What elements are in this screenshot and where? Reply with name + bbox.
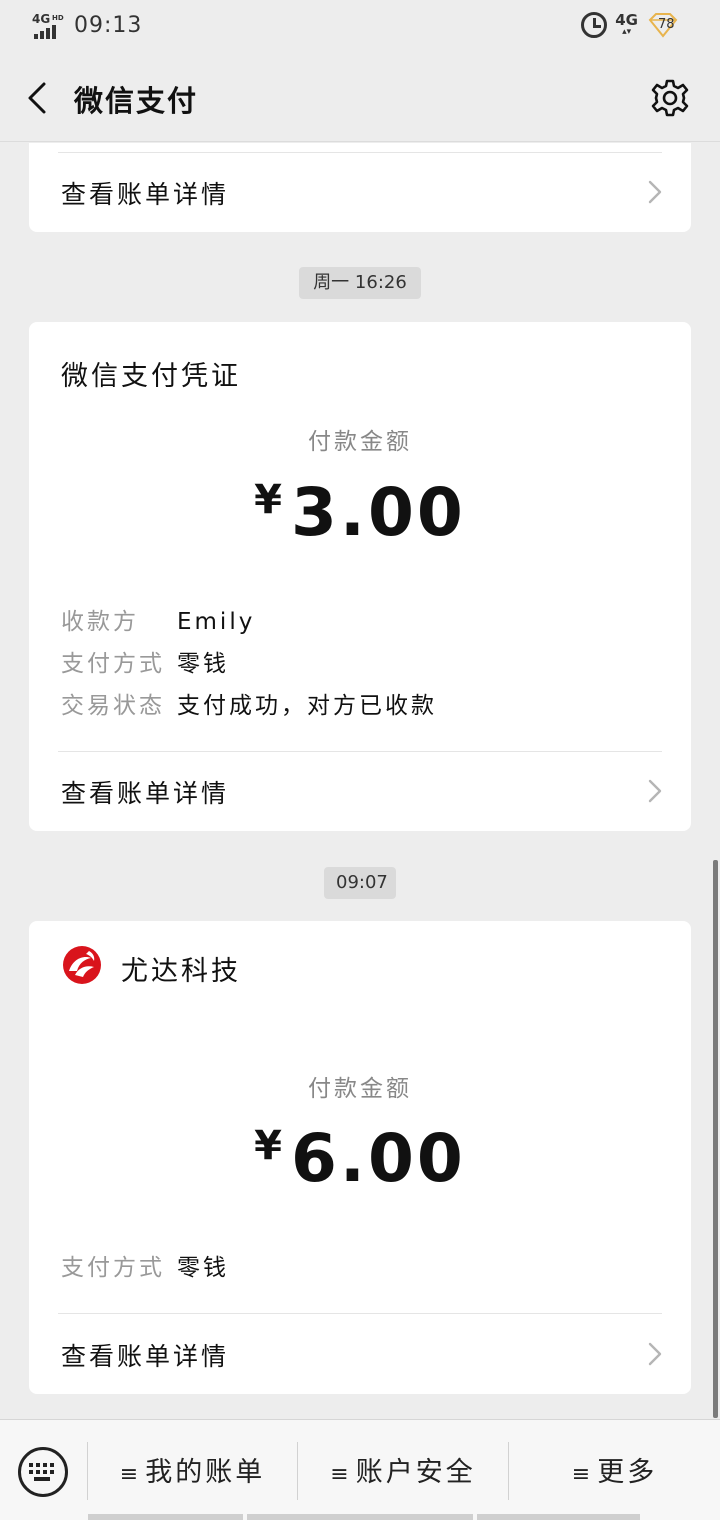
chevron-right-icon (648, 180, 662, 204)
merchant-name: 尤达科技 (121, 956, 241, 987)
nav-bar: 微信支付 (0, 54, 720, 142)
view-bill-details-label: 查看账单详情 (61, 180, 230, 209)
card-divider (58, 1313, 662, 1314)
payment-method-value: 零钱 (177, 651, 229, 677)
card-title: 微信支付凭证 (61, 361, 241, 392)
chevron-right-icon (648, 779, 662, 803)
view-bill-details-label: 查看账单详情 (61, 1342, 230, 1371)
payment-method-row: 支付方式 零钱 (61, 1248, 229, 1282)
menu-label: 账户安全 (355, 1457, 476, 1488)
bottom-menu-bar: ≡ 我的账单 ≡ 账户安全 ≡ 更多 (0, 1419, 720, 1520)
clock: 09:13 (74, 13, 143, 38)
back-arrow-icon[interactable] (20, 78, 56, 118)
payment-voucher-card[interactable]: 微信支付凭证 付款金额 ¥3.00 收款方 Emily 支付方式 零钱 交易状态 支付… (29, 322, 691, 831)
keyboard-icon (29, 1463, 54, 1481)
menu-account-security[interactable]: ≡ 账户安全 (298, 1450, 508, 1490)
view-bill-details-label: 查看账单详情 (61, 779, 230, 808)
signal-icon: 4G HD (32, 12, 64, 39)
mobile-data-icon: 4G ▴▾ (615, 11, 638, 38)
amount-label: 付款金额 (308, 1076, 412, 1102)
menu-icon: ≡ (119, 1462, 142, 1487)
menu-more[interactable]: ≡ 更多 (509, 1450, 720, 1490)
network-hd-label: HD (52, 14, 64, 22)
merchant-logo (63, 946, 101, 984)
merchant-payment-card[interactable]: 尤达科技 付款金额 ¥6.00 支付方式 零钱 查看账单详情 (29, 921, 691, 1394)
menu-underline (477, 1514, 640, 1520)
menu-label: 我的账单 (145, 1457, 266, 1488)
menu-icon: ≡ (330, 1462, 352, 1487)
message-timestamp: 09:07 (324, 867, 396, 899)
status-bar: 4G HD 09:13 4G ▴▾ 78 (0, 0, 720, 54)
page-title: 微信支付 (74, 84, 199, 118)
amount-value: 6.00 (291, 1120, 466, 1197)
keyboard-toggle-button[interactable] (18, 1447, 68, 1497)
battery-level: 78 (658, 17, 675, 32)
menu-icon: ≡ (571, 1462, 594, 1487)
network-label: 4G (32, 12, 50, 26)
menu-underline (88, 1514, 243, 1520)
payment-method-row: 支付方式 零钱 (61, 644, 229, 678)
payment-card-previous: 查看账单详情 (29, 143, 691, 232)
payee-label: 收款方 (61, 609, 139, 635)
message-list[interactable]: 查看账单详情 周一 16:26 微信支付凭证 付款金额 ¥3.00 收款方 Emi… (0, 143, 720, 1419)
chevron-right-icon (648, 1342, 662, 1366)
alarm-icon (581, 12, 608, 38)
transaction-status-label: 交易状态 (61, 693, 165, 719)
menu-my-bills[interactable]: ≡ 我的账单 (88, 1450, 297, 1490)
scrollbar[interactable] (713, 860, 718, 1418)
view-bill-details-button[interactable]: 查看账单详情 (29, 1315, 691, 1393)
amount-label: 付款金额 (308, 429, 412, 455)
transaction-status-row: 交易状态 支付成功，对方已收款 (61, 686, 437, 720)
transaction-status-value: 支付成功，对方已收款 (177, 693, 437, 719)
payment-method-label: 支付方式 (61, 651, 165, 677)
message-timestamp: 周一 16:26 (299, 267, 421, 299)
payment-amount: ¥6.00 (29, 1120, 691, 1197)
payee-row: 收款方 Emily (61, 602, 255, 636)
mobile-data-label: 4G (615, 11, 638, 29)
view-bill-details-button[interactable]: 查看账单详情 (29, 153, 691, 231)
currency-symbol: ¥ (254, 1123, 285, 1169)
payee-value: Emily (177, 609, 256, 635)
gear-icon[interactable] (650, 78, 690, 118)
menu-underline (247, 1514, 473, 1520)
currency-symbol: ¥ (254, 477, 285, 523)
amount-value: 3.00 (291, 474, 466, 551)
menu-label: 更多 (597, 1457, 658, 1488)
payment-method-value: 零钱 (177, 1255, 229, 1281)
view-bill-details-button[interactable]: 查看账单详情 (29, 752, 691, 830)
payment-amount: ¥3.00 (29, 474, 691, 551)
battery-icon: 78 (646, 12, 680, 38)
payment-method-label: 支付方式 (61, 1255, 165, 1281)
